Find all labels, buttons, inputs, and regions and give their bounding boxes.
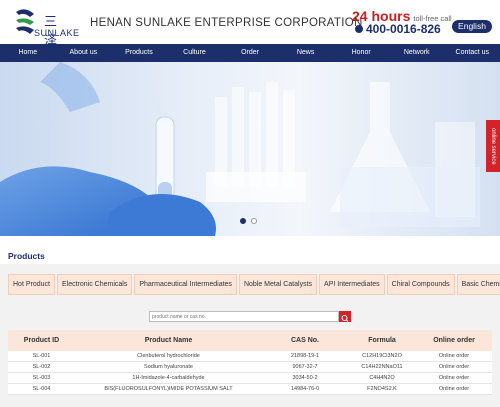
nav-item-home[interactable]: Home [0, 44, 56, 62]
formula-cell: C12H19Cl3N2O [362, 353, 402, 359]
nav-item-network[interactable]: Network [389, 44, 445, 62]
table-row[interactable]: SL-004 BIS(FLUOROSULFONYL)IMIDE POTASSIU… [8, 384, 492, 395]
tab-electronic-chemicals[interactable]: Electronic Chemicals [56, 274, 133, 295]
carousel-dot-2[interactable] [251, 218, 257, 224]
carousel-dot-1[interactable] [240, 218, 246, 224]
product-name-cell[interactable]: 1H-Imidazole-4-carbaldehyde [75, 373, 262, 383]
table-row[interactable]: SL-003 1H-Imidazole-4-carbaldehyde 3034-… [8, 373, 492, 384]
column-header: CAS No. [291, 337, 319, 344]
cas-cell: 9067-32-7 [292, 364, 318, 370]
formula-cell: C14H22NNaO11 [361, 364, 403, 370]
cas-cell: 14984-76-0 [290, 386, 320, 392]
online-order-link[interactable]: Online order [416, 351, 492, 361]
product-search [149, 311, 351, 322]
tab-chiral-compounds[interactable]: Chiral Compounds [386, 274, 455, 295]
table-row[interactable]: SL-001 Clenbuterol hydrochloride 21898-1… [8, 351, 492, 362]
sunlake-logo-icon [16, 9, 34, 34]
tab-api-intermediates[interactable]: API Intermediates [319, 274, 385, 295]
online-order-link[interactable]: Online order [416, 373, 492, 383]
product-id-cell: SL-004 [32, 386, 51, 392]
phone-number: 400-0016-826 [355, 22, 441, 36]
nav-item-products[interactable]: Products [111, 44, 167, 62]
phone-text: 400-0016-826 [366, 22, 441, 36]
category-tabs: Hot Product Electronic Chemicals Pharmac… [8, 274, 500, 295]
nav-item-culture[interactable]: Culture [167, 44, 223, 62]
column-header: Product ID [23, 337, 60, 344]
column-header: Product Name [144, 337, 193, 344]
formula-cell: F2NO4S2.K [367, 386, 397, 392]
product-name-cell[interactable]: BIS(FLUOROSULFONYL)IMIDE POTASSIUM SALT [75, 384, 262, 394]
tab-hot-product[interactable]: Hot Product [8, 274, 55, 295]
tab-noble-metal-catalysts[interactable]: Noble Metal Catalysts [238, 274, 318, 295]
online-order-link[interactable]: Online order [416, 362, 492, 372]
main-nav: Home About us Products Culture Order New… [0, 44, 500, 62]
search-icon [341, 315, 349, 322]
formula-cell: C4H4N2O [369, 375, 395, 381]
product-id-cell: SL-001 [32, 353, 51, 359]
tab-pharmaceutical-intermediates[interactable]: Pharmaceutical Intermediates [134, 274, 237, 295]
online-order-link[interactable]: Online order [416, 384, 492, 394]
nav-item-order[interactable]: Order [222, 44, 278, 62]
company-name: HENAN SUNLAKE ENTERPRISE CORPORATION [90, 17, 363, 29]
lab-glassware-image [0, 62, 480, 236]
product-name-cell[interactable]: Clenbuterol hydrochloride [75, 351, 262, 361]
nav-item-honor[interactable]: Honor [333, 44, 389, 62]
table-row[interactable]: SL-002 Sodium hyaluronate 9067-32-7 C14H… [8, 362, 492, 373]
cas-cell: 21898-19-1 [290, 353, 320, 359]
table-header: Product ID Product Name CAS No. Formula … [8, 330, 492, 351]
tab-basic-chemicals[interactable]: Basic Chemicals [456, 274, 500, 295]
products-heading: Products [8, 251, 45, 261]
products-table: Product ID Product Name CAS No. Formula … [8, 330, 492, 395]
online-service-tab[interactable]: online service [486, 120, 500, 172]
logo[interactable]: 三 泽 SUNLAKE [14, 8, 84, 49]
product-id-cell: SL-002 [32, 364, 51, 370]
column-header: Formula [368, 337, 396, 344]
nav-item-about-us[interactable]: About us [56, 44, 112, 62]
nav-item-news[interactable]: News [278, 44, 334, 62]
search-button[interactable] [339, 311, 351, 322]
nav-item-contact-us[interactable]: Contact us [445, 44, 500, 62]
search-input[interactable] [149, 311, 339, 322]
column-header: Online order [433, 337, 475, 344]
site-header: 三 泽 SUNLAKE HENAN SUNLAKE ENTERPRISE COR… [0, 0, 500, 49]
hero-banner[interactable]: online service [0, 62, 500, 236]
cas-cell: 3034-50-2 [292, 375, 318, 381]
language-button[interactable]: English [452, 20, 492, 33]
product-name-cell[interactable]: Sodium hyaluronate [75, 362, 262, 372]
logo-english-text: SUNLAKE [34, 28, 80, 38]
product-id-cell: SL-003 [32, 375, 51, 381]
phone-icon [355, 25, 363, 33]
